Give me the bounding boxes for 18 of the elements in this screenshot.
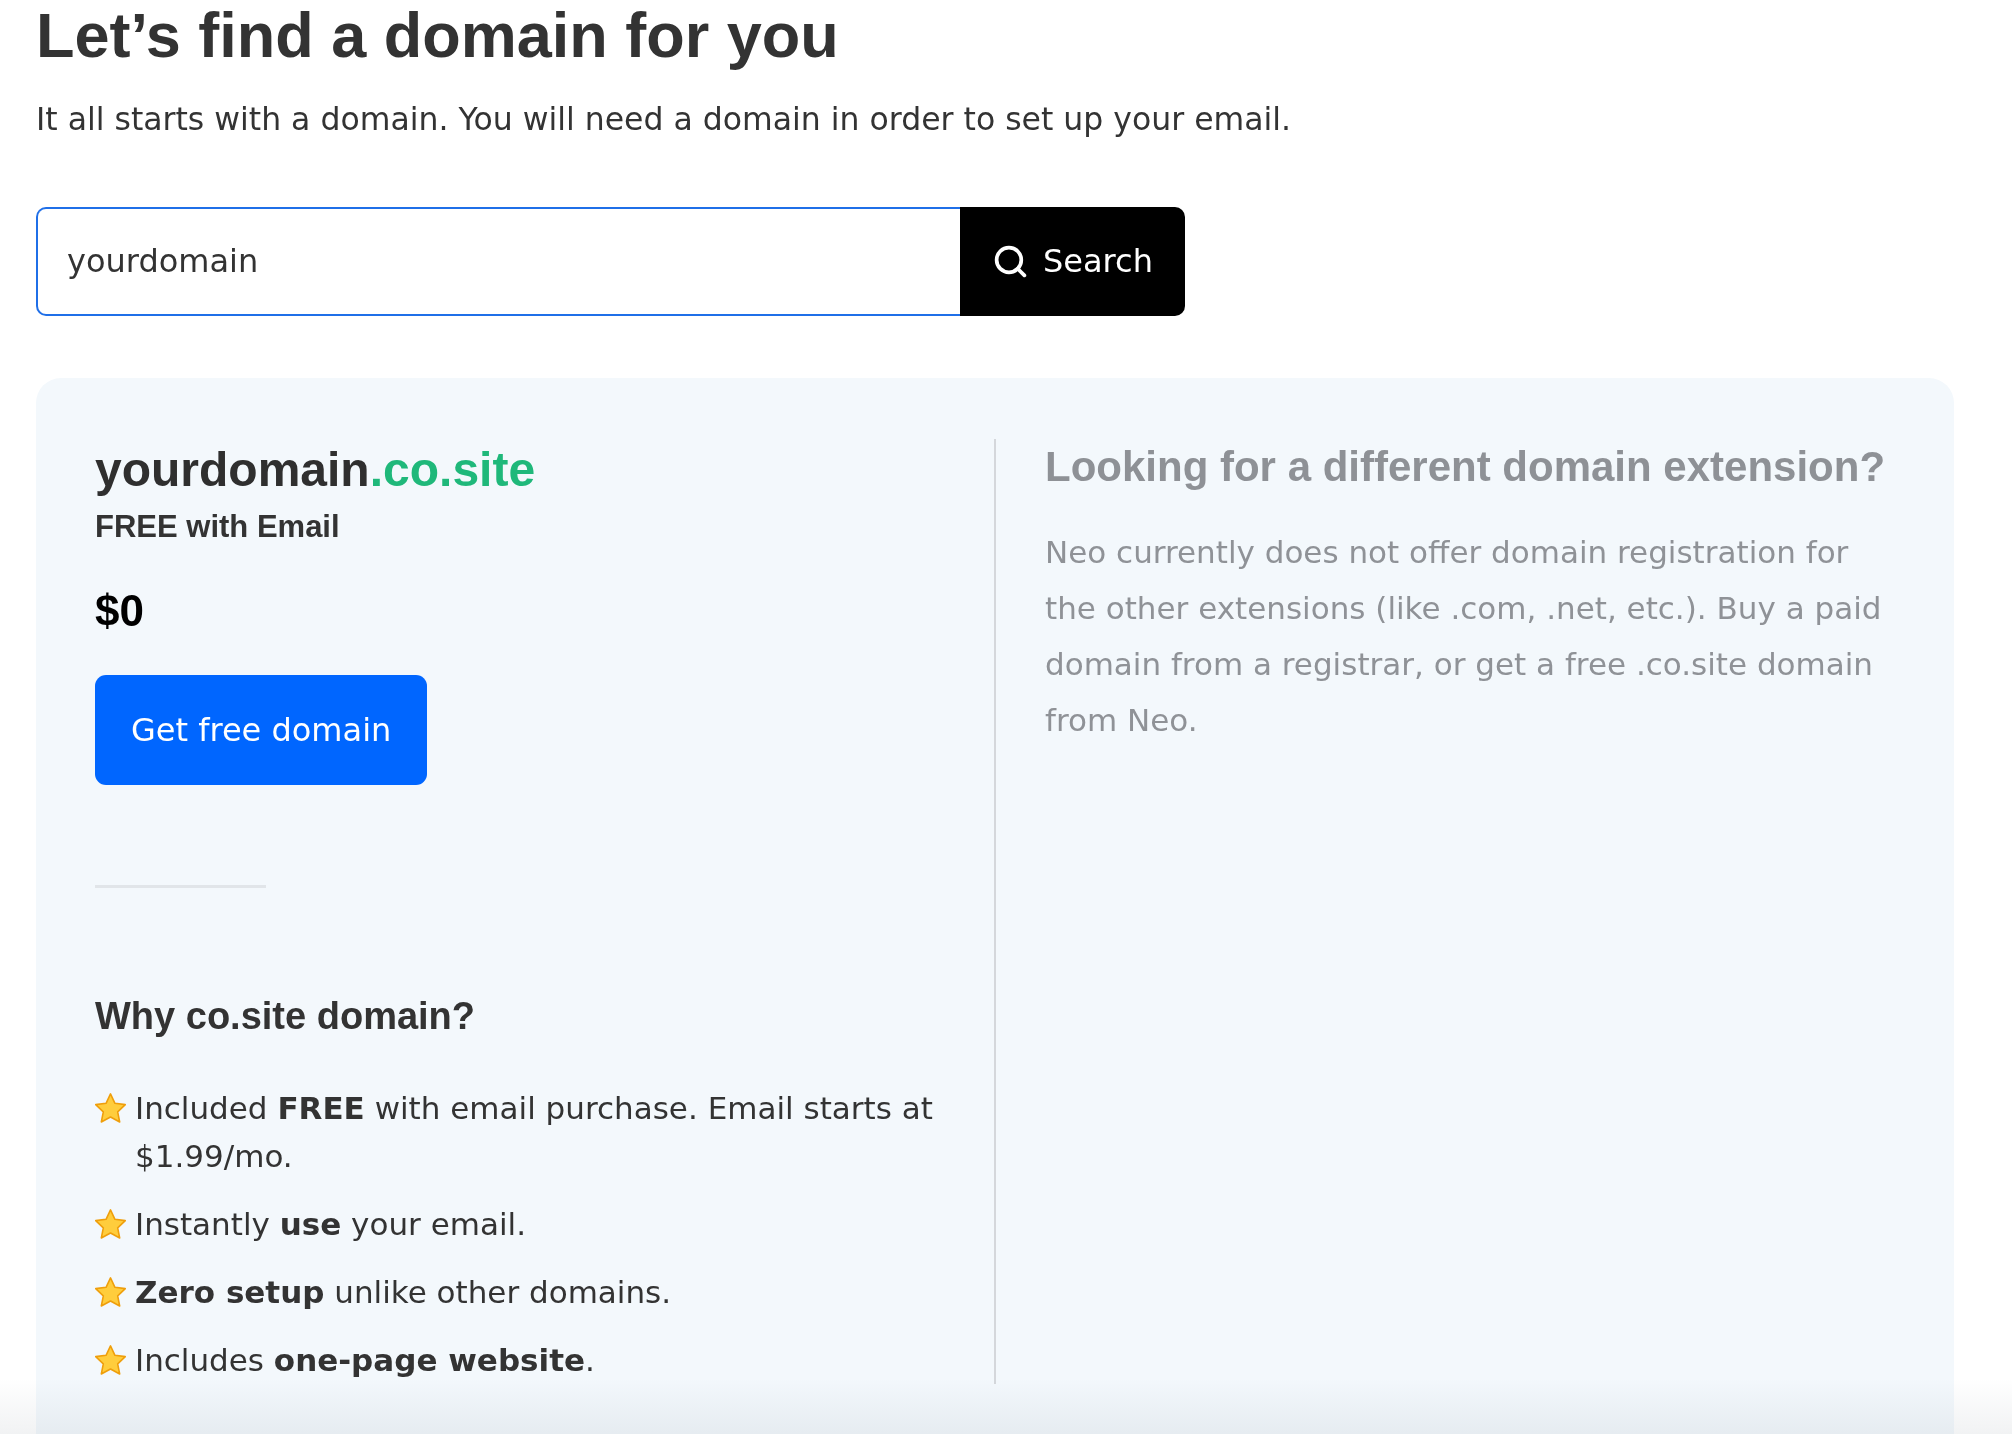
benefit-text: Instantly use your email. <box>135 1204 527 1244</box>
star-icon <box>95 1208 126 1240</box>
info-text: Neo currently does not offer domain registration for the other extensions (like .com, .net, etc.). Buy a paid domain from a registrar, or get a free .co.site domain from Neo. <box>1045 533 1883 741</box>
benefit-text: Zero setup unlike other domains. <box>135 1272 672 1312</box>
benefits-heading: Why co.site domain? <box>95 994 476 1040</box>
star-icon <box>95 1092 126 1124</box>
search-field[interactable]: yourdomain <box>36 206 960 316</box>
star-icon <box>95 1276 126 1308</box>
domain-name: yourdomain.co.site <box>95 441 536 498</box>
benefit-text: Includes one-page website. <box>135 1340 595 1380</box>
domain-price: $0 <box>95 584 144 637</box>
page-subtitle: It all starts with a domain. You will need a domain in order to set up your email. <box>36 101 1292 139</box>
star-icon <box>95 1344 126 1376</box>
domain-tagline: FREE with Email <box>95 508 340 546</box>
benefit-text: Included FREE with email purchase. Email starts at $1.99/mo. <box>135 1088 934 1176</box>
info-heading: Looking for a different domain extension? <box>1045 441 1886 492</box>
search-button[interactable]: Search <box>960 206 1185 316</box>
get-domain-button[interactable]: Get free domain <box>95 675 428 786</box>
